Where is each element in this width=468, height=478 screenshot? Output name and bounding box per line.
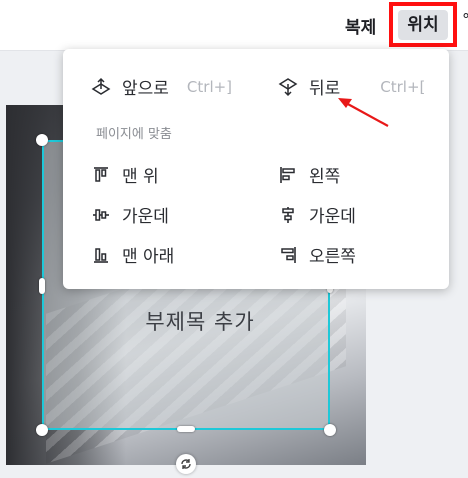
subtitle-text[interactable]: 부제목 추가 bbox=[90, 306, 310, 336]
align-right-icon bbox=[277, 244, 299, 266]
rotate-icon[interactable] bbox=[176, 454, 196, 474]
position-highlight-box bbox=[389, 2, 457, 47]
align-center-icon bbox=[277, 204, 299, 226]
align-middle-icon bbox=[90, 204, 112, 226]
send-backward-icon bbox=[277, 76, 299, 98]
align-right-label: 오른쪽 bbox=[309, 247, 356, 267]
align-bottom-icon bbox=[90, 244, 112, 266]
menu-item-align-bottom[interactable]: 맨 아래 bbox=[90, 242, 174, 267]
align-bottom-label: 맨 아래 bbox=[122, 247, 175, 267]
bring-forward-icon bbox=[90, 76, 112, 98]
resize-handle-left[interactable] bbox=[39, 278, 45, 294]
align-middle-label: 가운데 bbox=[122, 207, 169, 227]
forward-shortcut: Ctrl+] bbox=[186, 77, 233, 96]
resize-handle-bottom-right[interactable] bbox=[324, 424, 336, 436]
top-toolbar: 복제 위치 ° bbox=[0, 0, 468, 51]
menu-item-align-left[interactable]: 왼쪽 bbox=[277, 162, 340, 187]
forward-label: 앞으로 bbox=[122, 79, 169, 99]
resize-handle-bottom-left[interactable] bbox=[36, 424, 48, 436]
align-section-title: 페이지에 맞춤 bbox=[96, 127, 172, 142]
align-top-icon bbox=[90, 164, 112, 186]
resize-handle-top-left[interactable] bbox=[36, 134, 48, 146]
align-top-label: 맨 위 bbox=[122, 167, 159, 187]
toolbar-overflow-glyph: ° bbox=[462, 10, 468, 29]
backward-label: 뒤로 bbox=[309, 79, 341, 99]
align-center-label: 가운데 bbox=[309, 207, 356, 227]
menu-item-forward[interactable]: 앞으로 Ctrl+] bbox=[90, 74, 232, 99]
menu-item-align-top[interactable]: 맨 위 bbox=[90, 162, 159, 187]
align-left-label: 왼쪽 bbox=[309, 167, 341, 187]
menu-item-align-right[interactable]: 오른쪽 bbox=[277, 242, 356, 267]
resize-handle-bottom[interactable] bbox=[177, 426, 195, 432]
menu-item-backward[interactable]: 뒤로 Ctrl+[ bbox=[277, 74, 425, 99]
backward-shortcut: Ctrl+[ bbox=[380, 77, 426, 96]
duplicate-button[interactable]: 복제 bbox=[345, 13, 376, 38]
menu-item-align-center[interactable]: 가운데 bbox=[277, 202, 356, 227]
align-left-icon bbox=[277, 164, 299, 186]
menu-item-align-middle[interactable]: 가운데 bbox=[90, 202, 169, 227]
